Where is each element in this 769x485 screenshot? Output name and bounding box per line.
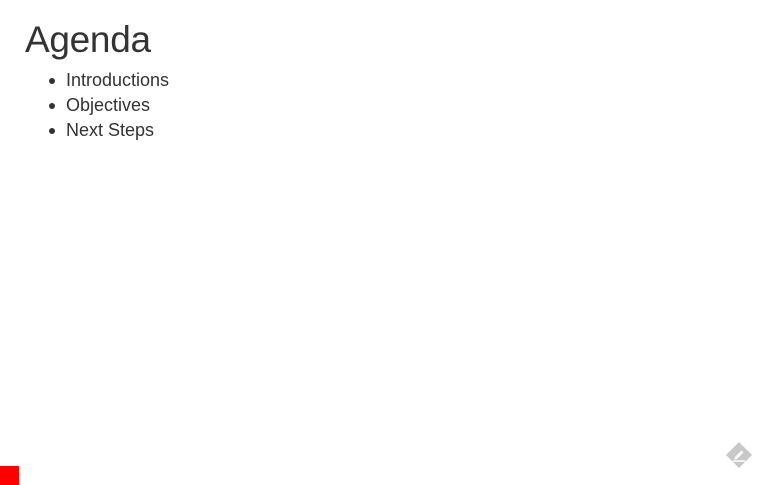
agenda-list: Introductions Objectives Next Steps — [25, 68, 169, 143]
list-item: Introductions — [48, 68, 169, 93]
slide-title: Agenda — [25, 19, 151, 60]
progress-indicator — [0, 466, 19, 485]
edit-slides-button[interactable] — [725, 441, 753, 469]
pencil-diamond-icon — [726, 442, 752, 468]
list-item: Objectives — [48, 93, 169, 118]
presentation-slide: Agenda Introductions Objectives Next Ste… — [0, 0, 769, 485]
list-item: Next Steps — [48, 118, 169, 143]
